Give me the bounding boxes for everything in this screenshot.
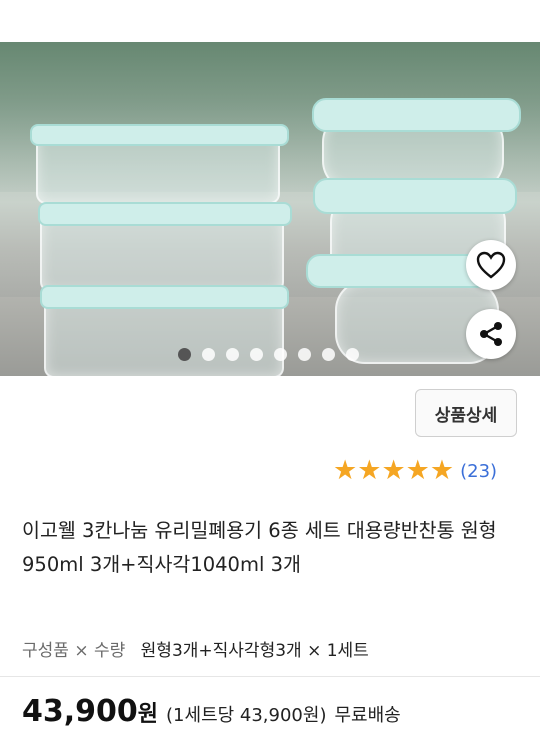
divider bbox=[0, 676, 540, 677]
carousel-indicator[interactable] bbox=[178, 348, 359, 361]
price-row: 43,900 원 (1세트당 43,900원) 무료배송 bbox=[22, 694, 401, 729]
star-icon: ★ bbox=[357, 455, 382, 486]
container-lid-5 bbox=[313, 178, 517, 214]
option-value: 원형3개+직사각형3개 × 1세트 bbox=[140, 641, 369, 661]
container-lid-2 bbox=[38, 202, 292, 226]
rating[interactable]: ★ ★ ★ ★ ★ (23) bbox=[333, 457, 497, 485]
container-lid-3 bbox=[40, 285, 289, 309]
heart-icon bbox=[476, 251, 506, 279]
price-amount: 43,900 bbox=[22, 694, 138, 729]
star-icon: ★ bbox=[381, 455, 406, 486]
favorite-button[interactable] bbox=[466, 240, 516, 290]
container-lid-4 bbox=[312, 98, 521, 132]
share-icon bbox=[480, 322, 502, 346]
container-lid-6 bbox=[306, 254, 490, 288]
carousel-dot[interactable] bbox=[274, 348, 287, 361]
share-button[interactable] bbox=[466, 309, 516, 359]
carousel-dot[interactable] bbox=[178, 348, 191, 361]
unit-price: (1세트당 43,900원) bbox=[166, 705, 327, 726]
carousel-dot[interactable] bbox=[202, 348, 215, 361]
star-icon: ★ bbox=[333, 455, 358, 486]
price-currency: 원 bbox=[137, 702, 159, 727]
container-lid-1 bbox=[30, 124, 289, 146]
carousel-dot[interactable] bbox=[346, 348, 359, 361]
product-detail-button[interactable]: 상품상세 bbox=[415, 389, 517, 437]
shipping-info: 무료배송 bbox=[334, 705, 401, 726]
star-icon: ★ bbox=[429, 455, 455, 486]
carousel-dot[interactable] bbox=[250, 348, 263, 361]
carousel-dot[interactable] bbox=[322, 348, 335, 361]
review-count-link[interactable]: (23) bbox=[460, 461, 497, 482]
carousel-dot[interactable] bbox=[298, 348, 311, 361]
option-label: 구성품 × 수량 bbox=[22, 641, 126, 661]
product-image[interactable] bbox=[0, 42, 540, 376]
product-title: 이고웰 3칸나눔 유리밀폐용기 6종 세트 대용량반찬통 원형950ml 3개+… bbox=[22, 519, 497, 576]
option-summary: 구성품 × 수량 원형3개+직사각형3개 × 1세트 bbox=[22, 636, 369, 661]
star-icon: ★ bbox=[405, 455, 430, 486]
carousel-dot[interactable] bbox=[226, 348, 239, 361]
